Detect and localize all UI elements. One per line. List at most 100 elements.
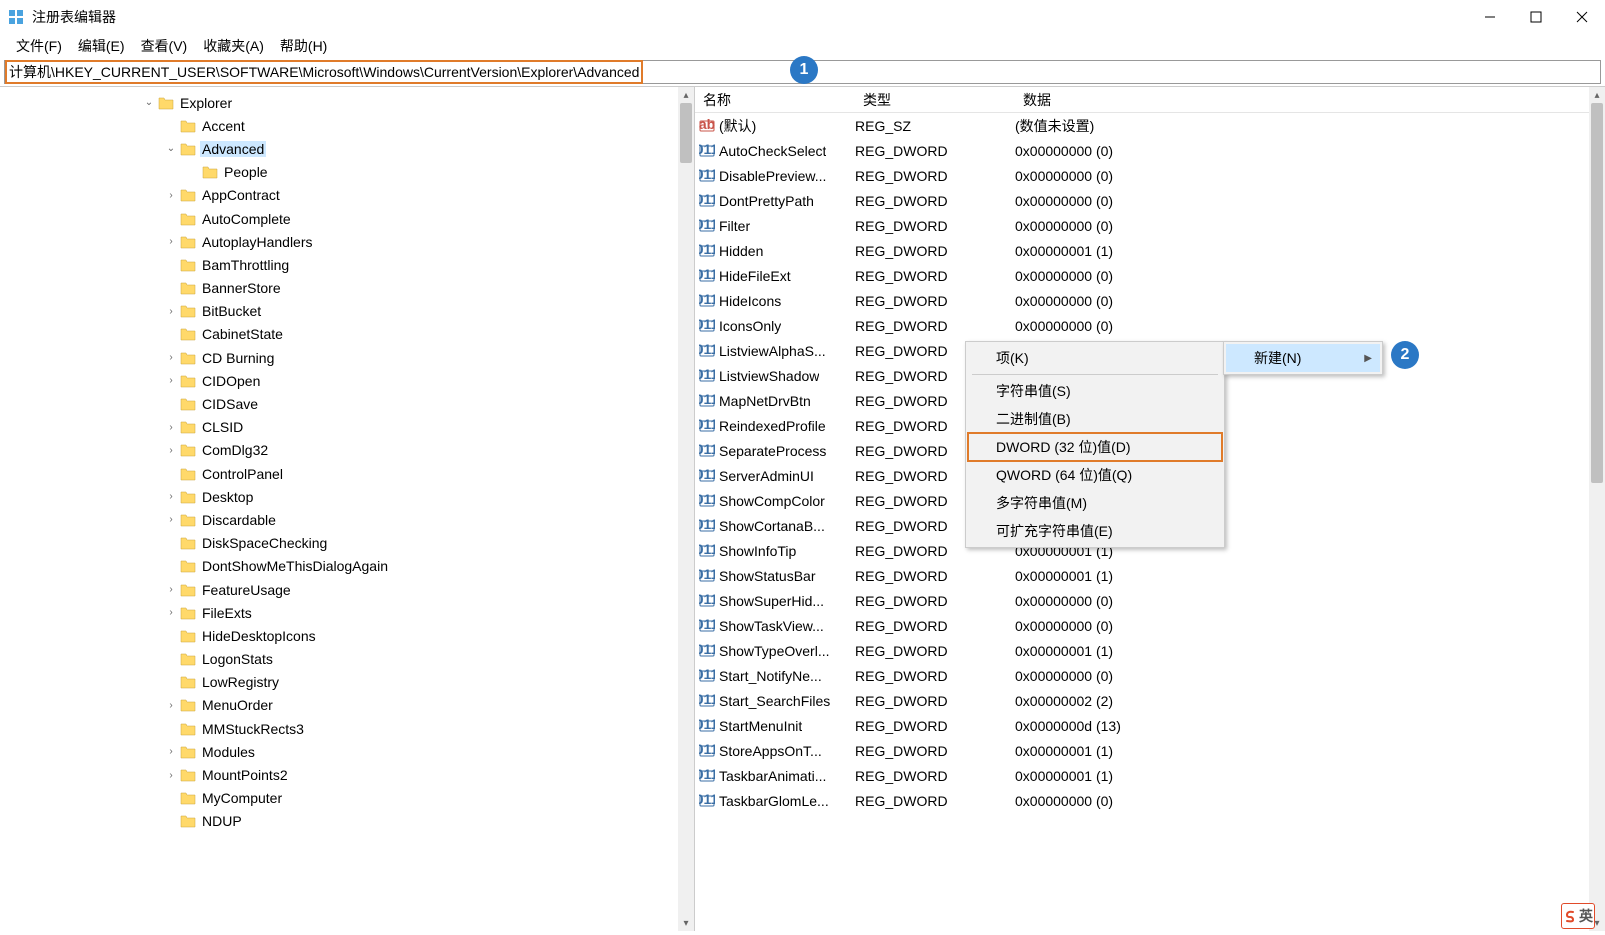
tree-label: Modules	[200, 744, 257, 760]
value-row[interactable]: 011AutoCheckSelectREG_DWORD0x00000000 (0…	[695, 138, 1589, 163]
tree-item[interactable]: MMStuckRects3	[0, 717, 678, 740]
chevron-right-icon[interactable]: ›	[164, 698, 178, 712]
scroll-up-icon[interactable]: ▴	[678, 87, 694, 103]
chevron-right-icon[interactable]: ›	[164, 490, 178, 504]
menu-file[interactable]: 文件(F)	[10, 34, 68, 58]
tree-item[interactable]: DontShowMeThisDialogAgain	[0, 555, 678, 578]
cmenu-multi[interactable]: 多字符串值(M)	[968, 489, 1222, 517]
tree-scrollbar[interactable]: ▴ ▾	[678, 87, 694, 931]
cmenu-qword[interactable]: QWORD (64 位)值(Q)	[968, 461, 1222, 489]
chevron-right-icon[interactable]: ›	[164, 443, 178, 457]
scroll-down-icon[interactable]: ▾	[678, 915, 694, 931]
tree-item[interactable]: ›CIDOpen	[0, 369, 678, 392]
tree-label: LogonStats	[200, 651, 275, 667]
value-row[interactable]: 011ShowTaskView...REG_DWORD0x00000000 (0…	[695, 613, 1589, 638]
value-row[interactable]: 011ShowSuperHid...REG_DWORD0x00000000 (0…	[695, 588, 1589, 613]
tree-item[interactable]: ›MenuOrder	[0, 694, 678, 717]
ime-indicator[interactable]: 英	[1561, 903, 1595, 929]
tree-item[interactable]: Accent	[0, 114, 678, 137]
cmenu-new[interactable]: 新建(N) ▶	[1226, 344, 1380, 372]
tree-item[interactable]: LowRegistry	[0, 671, 678, 694]
chevron-right-icon[interactable]: ›	[164, 606, 178, 620]
tree-item[interactable]: LogonStats	[0, 648, 678, 671]
tree-item[interactable]: ›AutoplayHandlers	[0, 230, 678, 253]
value-row[interactable]: 011ShowStatusBarREG_DWORD0x00000001 (1)	[695, 563, 1589, 588]
value-row[interactable]: ab(默认)REG_SZ(数值未设置)	[695, 113, 1589, 138]
value-row[interactable]: 011HideFileExtREG_DWORD0x00000000 (0)	[695, 263, 1589, 288]
tree-item[interactable]: NDUP	[0, 810, 678, 833]
value-row[interactable]: 011TaskbarGlomLe...REG_DWORD0x00000000 (…	[695, 788, 1589, 813]
scroll-up-icon[interactable]: ▴	[1589, 87, 1605, 103]
tree-item[interactable]: ⌄Advanced	[0, 137, 678, 160]
chevron-right-icon[interactable]: ›	[164, 768, 178, 782]
tree-item[interactable]: BannerStore	[0, 277, 678, 300]
menu-edit[interactable]: 编辑(E)	[72, 34, 131, 58]
chevron-right-icon[interactable]: ›	[164, 304, 178, 318]
value-row[interactable]: 011FilterREG_DWORD0x00000000 (0)	[695, 213, 1589, 238]
value-name: Hidden	[719, 243, 763, 259]
tree-item[interactable]: BamThrottling	[0, 253, 678, 276]
maximize-button[interactable]	[1513, 1, 1559, 33]
chevron-right-icon[interactable]: ›	[164, 583, 178, 597]
cmenu-binary[interactable]: 二进制值(B)	[968, 405, 1222, 433]
value-row[interactable]: 011DontPrettyPathREG_DWORD0x00000000 (0)	[695, 188, 1589, 213]
chevron-right-icon[interactable]: ›	[164, 188, 178, 202]
tree-item[interactable]: ›Desktop	[0, 485, 678, 508]
tree-item[interactable]: ›ComDlg32	[0, 439, 678, 462]
value-row[interactable]: 011DisablePreview...REG_DWORD0x00000000 …	[695, 163, 1589, 188]
value-row[interactable]: 011HideIconsREG_DWORD0x00000000 (0)	[695, 288, 1589, 313]
list-scrollbar[interactable]: ▴ ▾	[1589, 87, 1605, 931]
column-name[interactable]: 名称	[695, 87, 855, 114]
tree-item[interactable]: ⌄Explorer	[0, 91, 678, 114]
menu-favorites[interactable]: 收藏夹(A)	[197, 34, 270, 58]
tree-item[interactable]: CabinetState	[0, 323, 678, 346]
address-path[interactable]: 计算机\HKEY_CURRENT_USER\SOFTWARE\Microsoft…	[5, 60, 643, 84]
chevron-right-icon[interactable]: ›	[164, 420, 178, 434]
close-button[interactable]	[1559, 1, 1605, 33]
scroll-thumb[interactable]	[1591, 103, 1603, 483]
tree-item[interactable]: People	[0, 161, 678, 184]
tree-item[interactable]: HideDesktopIcons	[0, 624, 678, 647]
value-row[interactable]: 011ShowTypeOverl...REG_DWORD0x00000001 (…	[695, 638, 1589, 663]
chevron-right-icon[interactable]: ›	[164, 235, 178, 249]
tree-item[interactable]: ›FileExts	[0, 601, 678, 624]
tree-item[interactable]: ›FeatureUsage	[0, 578, 678, 601]
scroll-thumb[interactable]	[680, 103, 692, 163]
tree-item[interactable]: › Modules	[0, 740, 678, 763]
chevron-down-icon[interactable]: ⌄	[142, 96, 156, 110]
value-row[interactable]: 011IconsOnlyREG_DWORD0x00000000 (0)	[695, 313, 1589, 338]
value-data: 0x00000000 (0)	[1015, 193, 1113, 209]
minimize-button[interactable]	[1467, 1, 1513, 33]
cmenu-dword[interactable]: DWORD (32 位)值(D)	[968, 433, 1222, 461]
cmenu-expand[interactable]: 可扩充字符串值(E)	[968, 517, 1222, 545]
menu-view[interactable]: 查看(V)	[135, 34, 194, 58]
tree-item[interactable]: MyComputer	[0, 787, 678, 810]
chevron-right-icon[interactable]: ›	[164, 351, 178, 365]
value-row[interactable]: 011HiddenREG_DWORD0x00000001 (1)	[695, 238, 1589, 263]
column-type[interactable]: 类型	[855, 87, 1015, 114]
chevron-right-icon[interactable]: ›	[164, 745, 178, 759]
value-row[interactable]: 011StoreAppsOnT...REG_DWORD0x00000001 (1…	[695, 738, 1589, 763]
tree-item[interactable]: ›AppContract	[0, 184, 678, 207]
tree-item[interactable]: ›CD Burning	[0, 346, 678, 369]
value-row[interactable]: 011Start_NotifyNe...REG_DWORD0x00000000 …	[695, 663, 1589, 688]
tree-item[interactable]: CIDSave	[0, 392, 678, 415]
tree-item[interactable]: ›CLSID	[0, 416, 678, 439]
tree-item[interactable]: ControlPanel	[0, 462, 678, 485]
tree-item[interactable]: ›Discardable	[0, 508, 678, 531]
tree-item[interactable]: DiskSpaceChecking	[0, 532, 678, 555]
value-row[interactable]: 011TaskbarAnimati...REG_DWORD0x00000001 …	[695, 763, 1589, 788]
column-data[interactable]: 数据	[1015, 87, 1605, 114]
menu-help[interactable]: 帮助(H)	[274, 34, 333, 58]
value-row[interactable]: 011Start_SearchFilesREG_DWORD0x00000002 …	[695, 688, 1589, 713]
chevron-right-icon[interactable]: ›	[164, 374, 178, 388]
chevron-down-icon[interactable]: ⌄	[164, 142, 178, 156]
tree-list[interactable]: ⌄ExplorerAccent⌄AdvancedPeople›AppContra…	[0, 87, 678, 833]
cmenu-string[interactable]: 字符串值(S)	[968, 377, 1222, 405]
tree-item[interactable]: ›MountPoints2	[0, 763, 678, 786]
value-row[interactable]: 011StartMenuInitREG_DWORD0x0000000d (13)	[695, 713, 1589, 738]
chevron-right-icon[interactable]: ›	[164, 513, 178, 527]
tree-item[interactable]: AutoComplete	[0, 207, 678, 230]
tree-item[interactable]: ›BitBucket	[0, 300, 678, 323]
cmenu-key[interactable]: 项(K)	[968, 344, 1222, 372]
